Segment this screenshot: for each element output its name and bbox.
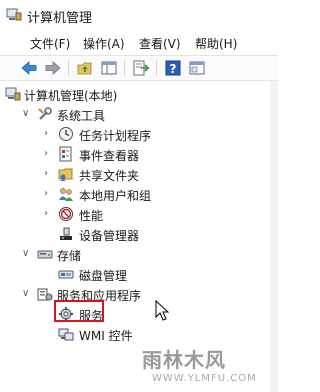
wmi-control-icon xyxy=(58,328,74,341)
tree-item-label: 系统工具 xyxy=(57,109,106,123)
services-apps-icon xyxy=(37,288,53,301)
selection-highlight-box xyxy=(54,300,104,322)
tree-item-label: 存储 xyxy=(57,249,82,263)
tree-item-label: 性能 xyxy=(79,209,104,223)
computer-management-icon xyxy=(6,8,22,21)
menu-action[interactable]: 操作(A) xyxy=(83,35,125,52)
forward-arrow-icon[interactable] xyxy=(44,59,62,77)
svg-text:?: ? xyxy=(170,62,177,76)
tree-item-wmi[interactable]: WMI 控件 xyxy=(0,325,270,345)
disk-management-icon xyxy=(58,270,74,279)
watermark: 雨林木风 WWW.YLMFU.COM xyxy=(138,344,278,392)
chevron-down-icon[interactable]: ∨ xyxy=(22,108,32,120)
tree-item-storage[interactable]: ∨ 存储 xyxy=(0,245,270,265)
chevron-right-icon[interactable]: › xyxy=(44,188,54,200)
tree-item-performance[interactable]: › 性能 xyxy=(0,205,270,225)
event-viewer-icon xyxy=(59,146,72,162)
back-arrow-icon[interactable] xyxy=(20,59,38,77)
tree-item-event-viewer[interactable]: › 事件查看器 xyxy=(0,145,270,165)
clock-icon xyxy=(59,127,73,141)
watermark-sub: WWW.YLMFU.COM xyxy=(152,373,257,384)
tree-item-label: 本地用户和组 xyxy=(79,189,152,203)
tree-item-task-scheduler[interactable]: › 任务计划程序 xyxy=(0,125,270,145)
tree-item-label: 事件查看器 xyxy=(79,149,140,163)
tree-item-label: 磁盘管理 xyxy=(79,269,128,283)
tree-item-disk-management[interactable]: 磁盘管理 xyxy=(0,265,270,285)
chevron-right-icon[interactable]: › xyxy=(44,208,54,220)
chevron-right-icon[interactable]: › xyxy=(44,168,54,180)
tree-item-label: WMI 控件 xyxy=(79,329,133,343)
performance-icon xyxy=(59,207,73,221)
chevron-down-icon[interactable]: ∨ xyxy=(22,248,32,260)
chevron-right-icon[interactable]: › xyxy=(44,128,54,140)
tree-item-services[interactable]: 服务 xyxy=(0,305,270,325)
chevron-right-icon[interactable]: › xyxy=(44,148,54,160)
computer-management-icon xyxy=(5,87,21,101)
export-list-icon[interactable] xyxy=(132,59,150,77)
mouse-cursor-icon xyxy=(155,300,170,321)
tree-item-label: 任务计划程序 xyxy=(79,129,152,143)
tree-item-label: 计算机管理(本地) xyxy=(24,89,118,103)
menu-bar: 文件(F) 操作(A) 查看(V) 帮助(H) xyxy=(0,33,278,53)
tree-item-label: 共享文件夹 xyxy=(79,169,140,183)
watermark-main: 雨林木风 xyxy=(142,348,226,372)
menu-file[interactable]: 文件(F) xyxy=(30,35,70,52)
device-manager-icon xyxy=(60,227,72,240)
tree-item-device-manager[interactable]: 设备管理器 xyxy=(0,225,270,245)
storage-icon xyxy=(37,250,53,259)
tree-item-system-tools[interactable]: ∨ 系统工具 xyxy=(0,105,270,125)
tree-item-shared-folders[interactable]: › 共享文件夹 xyxy=(0,165,270,185)
menu-view[interactable]: 查看(V) xyxy=(139,35,181,52)
tree-item-services-apps[interactable]: ∨ 服务和应用程序 xyxy=(0,285,270,305)
up-folder-icon[interactable] xyxy=(76,59,94,77)
help-icon[interactable]: ? xyxy=(164,59,182,77)
tree-item-label: 设备管理器 xyxy=(79,229,140,243)
chevron-down-icon[interactable]: ∨ xyxy=(22,288,32,300)
users-group-icon xyxy=(59,188,73,201)
show-hide-tree-icon[interactable] xyxy=(100,59,118,77)
window-title: 计算机管理 xyxy=(27,11,93,26)
toolbar: ? xyxy=(0,55,278,81)
properties-icon[interactable] xyxy=(188,59,206,77)
menu-help[interactable]: 帮助(H) xyxy=(195,35,237,52)
tree-item-root[interactable]: 计算机管理(本地) xyxy=(0,85,270,105)
shared-folder-icon xyxy=(58,168,73,181)
tree-item-local-users[interactable]: › 本地用户和组 xyxy=(0,185,270,205)
tools-icon xyxy=(38,107,52,120)
title-bar: 计算机管理 xyxy=(0,0,278,30)
